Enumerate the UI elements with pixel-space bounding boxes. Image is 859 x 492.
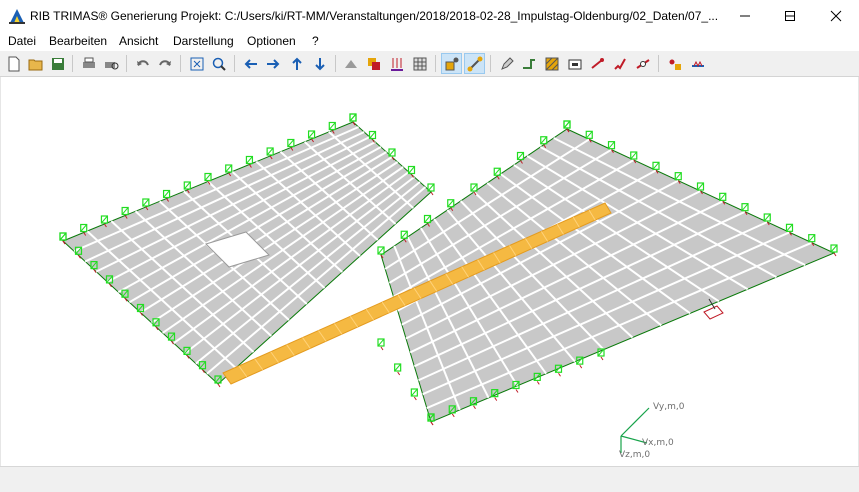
spring-icon	[613, 58, 626, 70]
undo-icon	[136, 59, 149, 66]
close-button[interactable]	[813, 0, 859, 31]
layer-button[interactable]	[363, 53, 384, 74]
model-viewport[interactable]: Vy,m,0 Vx,m,0 Vz,m,0	[0, 77, 859, 466]
arrow-up-icon	[291, 57, 302, 70]
element-select-icon	[467, 56, 482, 71]
support-symbol	[410, 388, 418, 401]
save-button[interactable]	[47, 53, 68, 74]
folder-open-icon	[28, 59, 42, 70]
load-arrows-icon	[390, 57, 403, 71]
menu-datei[interactable]: Datei	[7, 34, 37, 48]
hatch-button[interactable]	[541, 53, 562, 74]
finite-element-mesh	[62, 121, 836, 423]
arrow-down-icon	[314, 57, 325, 70]
section-icon	[568, 59, 581, 69]
minimize-button-real[interactable]	[722, 0, 768, 31]
magnifier-icon	[212, 57, 226, 71]
zoom-all-button[interactable]	[186, 53, 207, 74]
menu-ansicht[interactable]: Ansicht	[118, 34, 159, 48]
status-bar	[0, 466, 859, 492]
mesh-grid-icon	[413, 57, 426, 70]
hinge-button[interactable]	[632, 53, 653, 74]
axis-label-z: Vz,m,0	[619, 450, 650, 460]
new-file-button[interactable]	[3, 53, 24, 74]
pan-down-button[interactable]	[309, 53, 330, 74]
axis-label-y: Vy,m,0	[653, 402, 685, 412]
printer-icon	[82, 57, 95, 68]
slab-mesh-canvas[interactable]: Vy,m,0 Vx,m,0 Vz,m,0	[1, 77, 858, 466]
menu-help[interactable]: ?	[311, 34, 320, 48]
diagram-icon	[691, 60, 704, 67]
section-button[interactable]	[564, 53, 585, 74]
beam-icon	[522, 58, 535, 69]
print-button[interactable]	[78, 53, 99, 74]
view-3d-button[interactable]	[340, 53, 361, 74]
loads-button[interactable]	[386, 53, 407, 74]
pan-left-button[interactable]	[240, 53, 261, 74]
mesh-button[interactable]	[409, 53, 430, 74]
pencil-button[interactable]	[496, 53, 517, 74]
redo-button[interactable]	[154, 53, 175, 74]
window-title: RIB TRIMAS® Generierung Projekt: C:/User…	[30, 9, 719, 23]
print-preview-icon	[104, 61, 118, 69]
print-preview-button[interactable]	[100, 53, 121, 74]
close-icon	[830, 10, 842, 21]
layers-icon	[367, 57, 380, 70]
arrow-right-icon	[266, 58, 279, 69]
result-button[interactable]	[664, 53, 685, 74]
axis-label-x: Vx,m,0	[642, 438, 674, 448]
diagram-button[interactable]	[687, 53, 708, 74]
support-symbol	[394, 363, 402, 376]
zoom-extents-icon	[190, 57, 203, 70]
trimas-logo-icon[interactable]	[8, 7, 26, 25]
pan-up-button[interactable]	[286, 53, 307, 74]
support-button[interactable]	[587, 53, 608, 74]
arrow-left-icon	[244, 58, 257, 69]
menu-bar: Datei Bearbeiten Ansicht Darstellung Opt…	[0, 32, 859, 51]
zoom-button[interactable]	[208, 53, 229, 74]
pencil-icon	[500, 56, 514, 70]
menu-darstellung[interactable]: Darstellung	[172, 34, 235, 48]
undo-button[interactable]	[132, 53, 153, 74]
pan-right-button[interactable]	[262, 53, 283, 74]
result-icon	[669, 59, 681, 70]
beam-button[interactable]	[518, 53, 539, 74]
menu-optionen[interactable]: Optionen	[246, 34, 297, 48]
hinge-icon	[635, 58, 650, 69]
support-icon	[590, 57, 604, 69]
toolbar	[0, 51, 859, 77]
save-icon	[51, 57, 64, 70]
element-select-button[interactable]	[464, 53, 485, 74]
maximize-button[interactable]	[767, 0, 813, 31]
redo-icon	[158, 59, 171, 66]
open-button[interactable]	[25, 53, 46, 74]
view-3d-icon	[344, 59, 357, 68]
title-bar: RIB TRIMAS® Generierung Projekt: C:/User…	[0, 0, 859, 32]
new-file-icon	[8, 56, 19, 71]
support-symbol	[377, 338, 385, 351]
menu-bearbeiten[interactable]: Bearbeiten	[48, 34, 108, 48]
hatch-icon	[545, 57, 558, 70]
node-select-button[interactable]	[441, 53, 462, 74]
spring-button[interactable]	[609, 53, 630, 74]
node-select-icon	[445, 57, 458, 70]
coordinate-axes: Vy,m,0 Vx,m,0 Vz,m,0	[619, 402, 685, 460]
minimize-icon	[740, 15, 750, 16]
maximize-icon	[785, 10, 795, 21]
